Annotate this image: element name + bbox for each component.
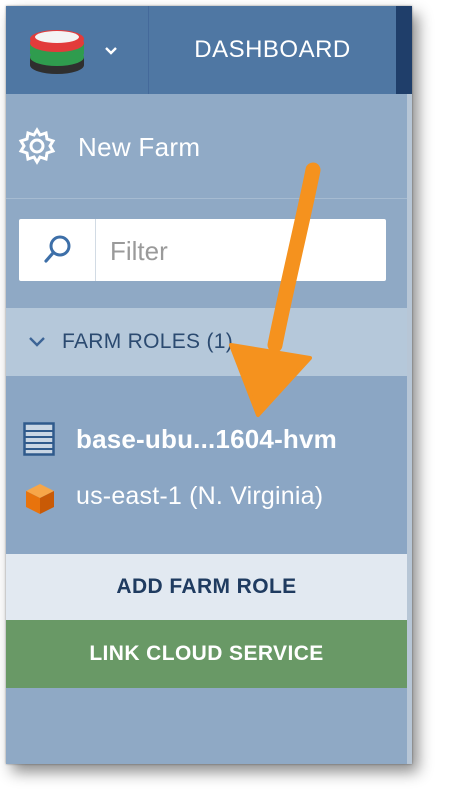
panel-divider (407, 94, 412, 764)
server-icon (23, 422, 55, 456)
link-cloud-service-button[interactable]: LINK CLOUD SERVICE (6, 620, 407, 688)
new-farm-label: New Farm (78, 132, 201, 162)
farm-role-name: base-ubu...1604-hvm (76, 424, 337, 454)
top-bar: DASHBOARD (6, 6, 412, 94)
chevron-down-icon (105, 47, 117, 55)
filter-field (19, 219, 392, 283)
sidebar-empty-area (6, 688, 407, 764)
search-icon (44, 235, 71, 263)
logo-menu-button[interactable] (6, 6, 149, 94)
farm-role-item[interactable]: base-ubu...1604-hvm us-east-1 (N. Virgin… (6, 376, 407, 554)
farm-role-region: us-east-1 (N. Virginia) (76, 482, 324, 510)
new-farm-button[interactable]: New Farm (6, 94, 407, 199)
orange-cube-icon (26, 484, 54, 514)
chevron-down-icon (29, 337, 45, 347)
farm-roles-header[interactable]: FARM ROLES (1) (6, 308, 407, 376)
add-farm-role-button[interactable]: ADD FARM ROLE (6, 554, 407, 620)
topbar-edge (396, 6, 412, 94)
farm-designer-panel: DASHBOARD New Farm FARM ROLES (1) (6, 6, 412, 764)
gear-icon (18, 127, 56, 165)
filter-input[interactable] (96, 219, 392, 283)
search-button[interactable] (19, 219, 96, 281)
dashboard-button[interactable]: DASHBOARD (149, 6, 396, 94)
farm-roles-label: FARM ROLES (1) (62, 330, 234, 353)
stacked-layers-logo-icon (30, 30, 84, 74)
